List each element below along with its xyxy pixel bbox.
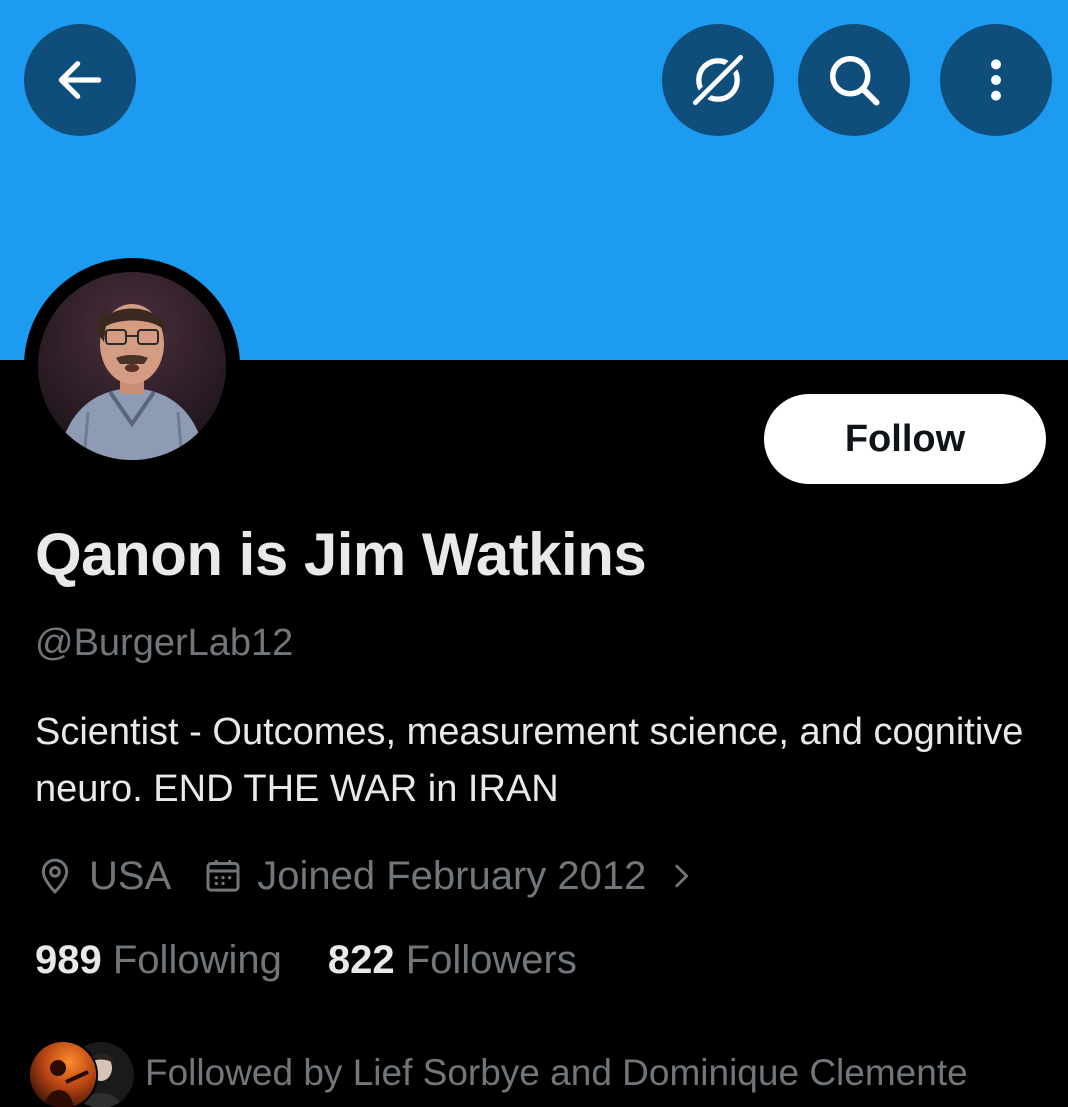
location-item: USA	[35, 854, 171, 899]
joined-item[interactable]: Joined February 2012	[203, 854, 698, 899]
avatar-image	[38, 272, 226, 460]
grok-button[interactable]	[662, 24, 774, 136]
follower-avatar	[28, 1040, 98, 1107]
following-link[interactable]: 989 Following	[35, 938, 282, 983]
followed-by-row[interactable]: Followed by Lief Sorbye and Dominique Cl…	[28, 1038, 968, 1107]
avatar[interactable]	[24, 258, 240, 474]
followed-by-avatars	[28, 1038, 136, 1107]
following-label: Following	[112, 938, 282, 982]
joined-text: Joined February 2012	[257, 853, 647, 898]
grok-icon	[689, 51, 747, 109]
followers-label: Followers	[405, 938, 577, 982]
followed-by-text: Followed by Lief Sorbye and Dominique Cl…	[145, 1052, 968, 1093]
followers-link[interactable]: 822 Followers	[328, 938, 577, 983]
more-options-button[interactable]	[940, 24, 1052, 136]
arrow-left-icon	[58, 61, 102, 99]
profile-meta: USA Joined February 2012	[35, 850, 698, 902]
location-text: USA	[89, 853, 172, 898]
follow-button[interactable]: Follow	[764, 394, 1046, 484]
user-handle: @BurgerLab12	[35, 622, 294, 664]
display-name: Qanon is Jim Watkins	[35, 521, 647, 588]
more-vertical-icon	[991, 59, 1001, 101]
chevron-right-icon	[675, 864, 689, 888]
following-count: 989	[35, 938, 102, 982]
follow-stats: 989 Following 822 Followers	[35, 938, 577, 983]
profile-bio: Scientist - Outcomes, measurement scienc…	[35, 711, 1024, 810]
location-pin-icon	[41, 858, 69, 894]
search-button[interactable]	[798, 24, 910, 136]
back-button[interactable]	[24, 24, 136, 136]
followers-count: 822	[327, 938, 395, 982]
calendar-icon	[206, 860, 240, 892]
search-icon	[830, 56, 880, 106]
